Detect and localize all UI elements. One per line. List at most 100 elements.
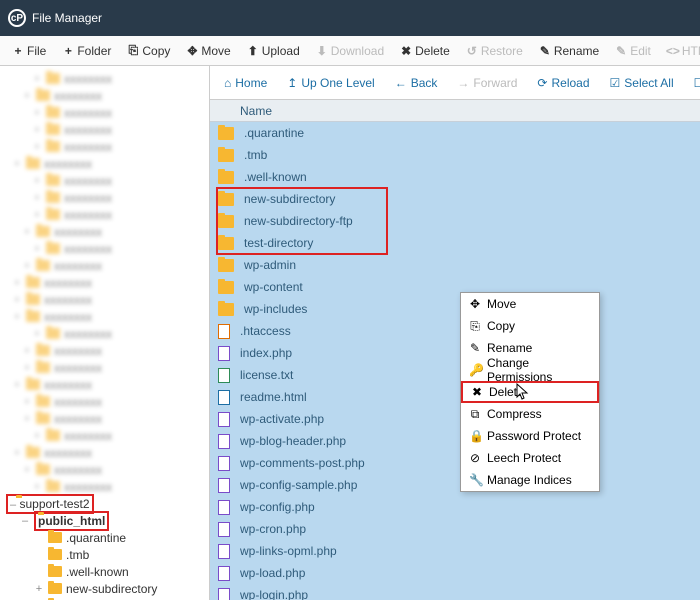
tree-item[interactable]: +xxxxxxxx xyxy=(0,376,209,393)
table-row[interactable]: license.txt xyxy=(210,364,700,386)
table-row[interactable]: wp-content xyxy=(210,276,700,298)
tree-item[interactable]: +xxxxxxxx xyxy=(0,410,209,427)
menu-item-delete[interactable]: ✖Delete xyxy=(461,381,599,403)
column-header[interactable]: Name xyxy=(210,100,700,122)
menu-icon: 🔒 xyxy=(469,429,481,443)
tree-item[interactable]: .quarantine xyxy=(0,529,209,546)
menu-item-change-permissions[interactable]: 🔑Change Permissions xyxy=(461,359,599,381)
home-button[interactable]: ⌂Home xyxy=(216,76,275,90)
file-button[interactable]: +File xyxy=(4,37,54,65)
tree-item[interactable]: +xxxxxxxx xyxy=(0,393,209,410)
file-list[interactable]: .quarantine.tmb.well-knownnew-subdirecto… xyxy=(210,122,700,600)
table-row[interactable]: wp-links-opml.php xyxy=(210,540,700,562)
menu-item-manage-indices[interactable]: 🔧Manage Indices xyxy=(461,469,599,491)
tree-item[interactable]: +xxxxxxxx xyxy=(0,121,209,138)
html-editor-button[interactable]: <>HTML Editor xyxy=(659,37,700,65)
menu-item-compress[interactable]: ⧉Compress xyxy=(461,403,599,425)
table-row[interactable]: wp-comments-post.php xyxy=(210,452,700,474)
table-row[interactable]: readme.html xyxy=(210,386,700,408)
tree-item[interactable]: +xxxxxxxx xyxy=(0,87,209,104)
tree-item[interactable]: +xxxxxxxx xyxy=(0,461,209,478)
plus-icon: + xyxy=(12,45,24,57)
table-row[interactable]: index.php xyxy=(210,342,700,364)
edit-button[interactable]: ✎Edit xyxy=(607,37,659,65)
up-button[interactable]: ↥Up One Level xyxy=(279,76,382,90)
tree-item[interactable]: +new-subdirectory xyxy=(0,580,209,597)
tree-item[interactable]: +xxxxxxxx xyxy=(0,342,209,359)
reload-button[interactable]: ⟳Reload xyxy=(529,76,597,90)
file-name: wp-activate.php xyxy=(240,412,324,426)
table-row[interactable]: test-directory xyxy=(210,232,700,254)
folder-icon xyxy=(218,171,234,184)
tree-item-root[interactable]: – support-test2 xyxy=(0,495,209,512)
tree-item[interactable]: +xxxxxxxx xyxy=(0,70,209,87)
back-button[interactable]: ←Back xyxy=(387,76,446,90)
download-button[interactable]: ⬇Download xyxy=(308,37,392,65)
tree-item[interactable]: .well-known xyxy=(0,563,209,580)
tree-item[interactable]: +xxxxxxxx xyxy=(0,172,209,189)
menu-label: Move xyxy=(487,297,516,311)
move-button[interactable]: ✥Move xyxy=(178,37,238,65)
context-menu[interactable]: ✥Move⎘Copy✎Rename🔑Change Permissions✖Del… xyxy=(460,292,600,492)
copy-button[interactable]: ⎘Copy xyxy=(119,37,178,65)
menu-item-copy[interactable]: ⎘Copy xyxy=(461,315,599,337)
file-name: wp-comments-post.php xyxy=(240,456,365,470)
unselect-all-button[interactable]: ☐Unselect All xyxy=(686,76,700,90)
tree-item[interactable]: +xxxxxxxx xyxy=(0,189,209,206)
table-row[interactable]: .well-known xyxy=(210,166,700,188)
tree-item[interactable]: +xxxxxxxx xyxy=(0,308,209,325)
file-icon xyxy=(218,412,230,427)
tree-item[interactable]: +xxxxxxxx xyxy=(0,291,209,308)
table-row[interactable]: .htaccess xyxy=(210,320,700,342)
menu-icon: ✎ xyxy=(469,341,481,355)
tree-item[interactable]: +xxxxxxxx xyxy=(0,274,209,291)
reload-icon: ⟳ xyxy=(537,76,547,90)
tree-item[interactable]: +xxxxxxxx xyxy=(0,478,209,495)
tree-item[interactable]: +xxxxxxxx xyxy=(0,427,209,444)
table-row[interactable]: wp-config.php xyxy=(210,496,700,518)
delete-button[interactable]: ✖Delete xyxy=(392,37,458,65)
restore-button[interactable]: ↺Restore xyxy=(458,37,531,65)
copy-icon: ⎘ xyxy=(127,45,139,57)
table-row[interactable]: wp-activate.php xyxy=(210,408,700,430)
table-row[interactable]: wp-load.php xyxy=(210,562,700,584)
upload-button[interactable]: ⬆Upload xyxy=(239,37,308,65)
table-row[interactable]: wp-cron.php xyxy=(210,518,700,540)
menu-item-leech-protect[interactable]: ⊘Leech Protect xyxy=(461,447,599,469)
tree-item[interactable]: +xxxxxxxx xyxy=(0,257,209,274)
file-icon xyxy=(218,522,230,537)
tree-item[interactable]: +xxxxxxxx xyxy=(0,223,209,240)
tree-item[interactable]: +xxxxxxxx xyxy=(0,206,209,223)
table-row[interactable]: wp-admin xyxy=(210,254,700,276)
table-row[interactable]: wp-login.php xyxy=(210,584,700,600)
forward-button[interactable]: →Forward xyxy=(449,76,525,90)
menu-item-password-protect[interactable]: 🔒Password Protect xyxy=(461,425,599,447)
tree-item-child[interactable]: – public_html xyxy=(0,512,209,529)
table-row[interactable]: wp-blog-header.php xyxy=(210,430,700,452)
rename-button[interactable]: ✎Rename xyxy=(531,37,607,65)
table-row[interactable]: new-subdirectory-ftp xyxy=(210,210,700,232)
tree-item[interactable]: .tmb xyxy=(0,546,209,563)
tree-item[interactable]: +xxxxxxxx xyxy=(0,155,209,172)
tree-item[interactable]: +xxxxxxxx xyxy=(0,240,209,257)
tree-item[interactable]: +xxxxxxxx xyxy=(0,444,209,461)
table-row[interactable]: .quarantine xyxy=(210,122,700,144)
table-row[interactable]: .tmb xyxy=(210,144,700,166)
tree-item[interactable]: +xxxxxxxx xyxy=(0,325,209,342)
select-all-button[interactable]: ☑Select All xyxy=(602,76,682,90)
back-icon: ← xyxy=(395,76,407,90)
file-icon xyxy=(218,566,230,581)
file-name: license.txt xyxy=(240,368,293,382)
table-row[interactable]: wp-config-sample.php xyxy=(210,474,700,496)
folder-button[interactable]: +Folder xyxy=(54,37,119,65)
menu-label: Change Permissions xyxy=(487,356,591,384)
tree-item[interactable]: +xxxxxxxx xyxy=(0,104,209,121)
menu-item-move[interactable]: ✥Move xyxy=(461,293,599,315)
tree-item[interactable]: +xxxxxxxx xyxy=(0,359,209,376)
table-row[interactable]: new-subdirectory xyxy=(210,188,700,210)
table-row[interactable]: wp-includes xyxy=(210,298,700,320)
folder-icon xyxy=(218,193,234,206)
menu-icon: ⧉ xyxy=(469,407,481,422)
tree-item[interactable]: +xxxxxxxx xyxy=(0,138,209,155)
folder-tree[interactable]: +xxxxxxxx+xxxxxxxx+xxxxxxxx+xxxxxxxx+xxx… xyxy=(0,66,210,600)
